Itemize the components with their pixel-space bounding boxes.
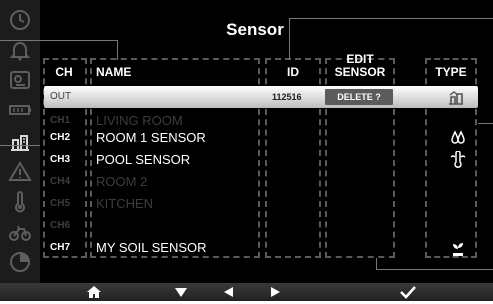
row-ch: CH2 (50, 132, 71, 143)
row-ch: CH6 (50, 220, 71, 231)
row-name: ROOM 1 SENSOR (96, 130, 206, 145)
callout-line (289, 18, 290, 60)
header-id: ID (287, 65, 299, 79)
table-row[interactable]: CH2 ROOM 1 SENSOR (44, 127, 478, 149)
down-arrow-icon[interactable] (171, 285, 191, 299)
row-ch: CH1 (50, 115, 71, 126)
table-row[interactable]: CH3 POOL SENSOR (44, 149, 478, 171)
alarm-bell-icon[interactable] (8, 38, 32, 62)
bottom-nav-bar (0, 283, 493, 301)
delete-button[interactable]: DELETE ? (325, 89, 393, 105)
row-name: ROOM 2 (96, 174, 148, 189)
row-name: LIVING ROOM (96, 113, 183, 128)
humidity-drops-icon (449, 129, 467, 147)
soil-plant-icon (449, 239, 467, 257)
row-name: KITCHEN (96, 196, 154, 211)
header-edit-sensor: EDIT SENSOR (334, 52, 386, 79)
table-row[interactable]: CH7 MY SOIL SENSOR (44, 237, 478, 259)
table-row[interactable]: CH5 KITCHEN (44, 193, 478, 215)
callout-line (478, 123, 493, 124)
timer-icon[interactable] (8, 250, 32, 274)
pool-thermometer-icon (449, 150, 467, 169)
sensor-screen: Sensor CH NAME ID EDIT SENSOR TYPE OUT 1… (0, 0, 493, 301)
row-ch: CH3 (50, 154, 71, 165)
callout-line (117, 40, 118, 60)
battery-icon[interactable] (8, 98, 32, 122)
callout-line (0, 40, 117, 41)
row-ch: CH4 (50, 176, 71, 187)
lcd-display: Sensor CH NAME ID EDIT SENSOR TYPE OUT 1… (0, 0, 493, 283)
row-id: 112516 (272, 92, 302, 102)
left-arrow-icon[interactable] (219, 285, 239, 299)
bike-icon[interactable] (8, 220, 32, 244)
clock-icon[interactable] (8, 8, 32, 32)
row-ch: OUT (50, 91, 72, 102)
header-name: NAME (96, 65, 132, 79)
temperature-icon[interactable] (8, 190, 32, 214)
right-arrow-icon[interactable] (265, 285, 285, 299)
row-name: MY SOIL SENSOR (96, 240, 207, 255)
page-title: Sensor (226, 20, 284, 39)
confirm-check-icon[interactable] (398, 285, 418, 299)
table-row[interactable]: CH4 ROOM 2 (44, 171, 478, 193)
callout-line (376, 269, 493, 270)
sidebar (0, 0, 40, 283)
forecast-icon[interactable] (8, 68, 32, 92)
header-ch: CH (55, 65, 73, 79)
row-ch: CH7 (50, 242, 71, 253)
row-name: POOL SENSOR (96, 152, 191, 167)
table-row-selected[interactable]: OUT 112516 DELETE ? (44, 86, 478, 108)
callout-line (289, 18, 493, 19)
callout-line (0, 145, 40, 146)
outdoor-sensor-icon (447, 89, 465, 105)
row-ch: CH5 (50, 198, 71, 209)
sensor-settings-icon[interactable] (8, 130, 32, 154)
home-icon[interactable] (84, 285, 104, 299)
warning-icon[interactable] (8, 160, 32, 184)
table-row[interactable]: CH6 (44, 215, 478, 237)
header-type: TYPE (435, 65, 467, 79)
